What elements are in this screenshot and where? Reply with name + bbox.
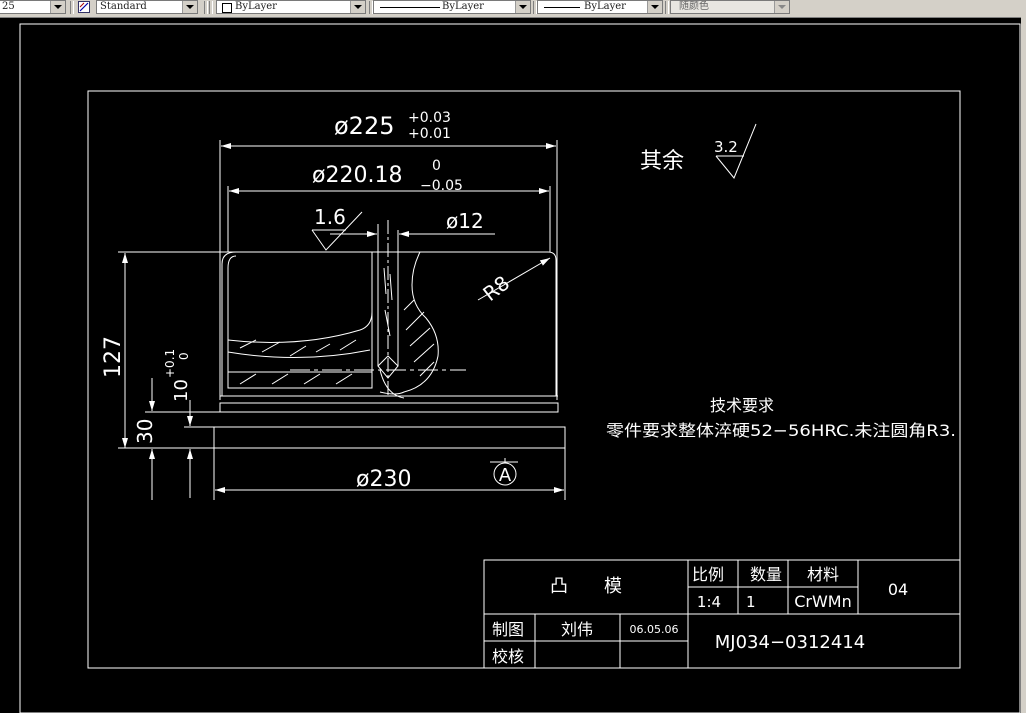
drawn-by: 刘伟 — [561, 620, 593, 639]
dim-220-text: ø220.18 — [312, 163, 402, 188]
toolbar-separator — [204, 1, 208, 14]
tech-requirements-title: 技术要求 — [710, 396, 774, 415]
radius-r8-text: R8 — [478, 271, 514, 306]
base-flange — [213, 426, 566, 449]
step-band — [219, 402, 559, 413]
dim-10-tol-upper: +0.1 — [163, 349, 177, 378]
dim-10-tol-lower: 0 — [177, 352, 191, 360]
dim-220-tol-lower: −0.05 — [420, 178, 463, 194]
chevron-down-icon[interactable] — [182, 1, 197, 13]
dim-220-tol-upper: 0 — [432, 158, 441, 174]
part-name: 凸 模 — [550, 576, 622, 597]
right-scrollbar[interactable] — [1021, 17, 1026, 713]
tech-requirements-text: 零件要求整体淬硬52−56HRC.未注圆角R3. — [606, 421, 956, 440]
dim-12-text: ø12 — [446, 209, 484, 233]
title-block-texts: 凸 模 比例 数量 材料 04 1:4 1 CrWMn 制图 刘伟 06.05.… — [492, 565, 908, 666]
linetype-preview — [380, 7, 440, 8]
dimension-style-value: Standard — [100, 1, 147, 12]
material-label: 材料 — [807, 565, 839, 584]
dimension-texts: ø225 +0.03 +0.01 ø220.18 0 −0.05 1.6 ø12… — [101, 110, 956, 492]
part-outline-upper — [221, 251, 557, 397]
chevron-down-icon[interactable] — [774, 1, 789, 13]
checked-label: 校核 — [492, 647, 524, 666]
color-value: ByLayer — [235, 1, 277, 12]
sheet-number: 04 — [888, 580, 908, 599]
part-geometry — [213, 220, 566, 449]
chevron-down-icon[interactable] — [350, 1, 365, 13]
plot-style-value: 随颜色 — [679, 1, 709, 12]
toolbar-separator — [70, 1, 74, 14]
text-style-combo[interactable]: 25 — [0, 0, 66, 14]
right-lobe — [379, 251, 439, 395]
dim-225-tol-lower: +0.01 — [408, 126, 451, 142]
cavity-curve — [227, 311, 373, 343]
chevron-down-icon[interactable] — [50, 1, 65, 13]
toolbar-separator — [209, 1, 213, 14]
scale-value: 1:4 — [697, 593, 721, 611]
dimension-style-icon[interactable] — [78, 1, 90, 13]
drawn-date: 06.05.06 — [630, 623, 679, 636]
rest-roughness-label: 其余 — [640, 149, 684, 174]
lineweight-value: ByLayer — [584, 1, 626, 12]
quantity-value: 1 — [746, 593, 756, 611]
color-combo[interactable]: ByLayer — [216, 0, 366, 14]
drawing-number: MJ034−0312414 — [715, 632, 865, 653]
inner-cavity — [227, 252, 373, 389]
dim-10-text: 10 — [171, 379, 192, 402]
dim-225-tol-upper: +0.03 — [408, 110, 451, 126]
chevron-down-icon[interactable] — [515, 1, 530, 13]
roughness-1-6-text: 1.6 — [314, 205, 346, 229]
material-value: CrWMn — [794, 592, 852, 611]
drawing-canvas[interactable]: ø225 +0.03 +0.01 ø220.18 0 −0.05 1.6 ø12… — [0, 18, 1021, 713]
dim-127-text: 127 — [101, 336, 126, 378]
scale-label: 比例 — [692, 565, 724, 584]
datum-a-text: A — [499, 465, 512, 486]
drawn-label: 制图 — [492, 620, 524, 639]
dim-30-text: 30 — [133, 419, 157, 444]
text-style-value: 25 — [2, 1, 15, 12]
plot-style-combo[interactable]: 随颜色 — [670, 0, 790, 14]
color-swatch-icon — [222, 3, 232, 13]
properties-toolbar: 25 Standard ByLayer ByLayer ByLayer 随颜色 — [0, 0, 1026, 18]
lineweight-preview — [544, 7, 580, 8]
linetype-value: ByLayer — [442, 1, 484, 12]
quantity-label: 数量 — [750, 565, 782, 584]
dim-225-text: ø225 — [334, 112, 395, 140]
dimension-style-combo[interactable]: Standard — [96, 0, 198, 14]
linetype-combo[interactable]: ByLayer — [373, 0, 531, 14]
lineweight-combo[interactable]: ByLayer — [537, 0, 663, 14]
toolbar-separator — [665, 1, 669, 14]
chevron-down-icon[interactable] — [647, 1, 662, 13]
roughness-3-2-text: 3.2 — [714, 138, 738, 156]
dim-230-text: ø230 — [356, 467, 411, 492]
